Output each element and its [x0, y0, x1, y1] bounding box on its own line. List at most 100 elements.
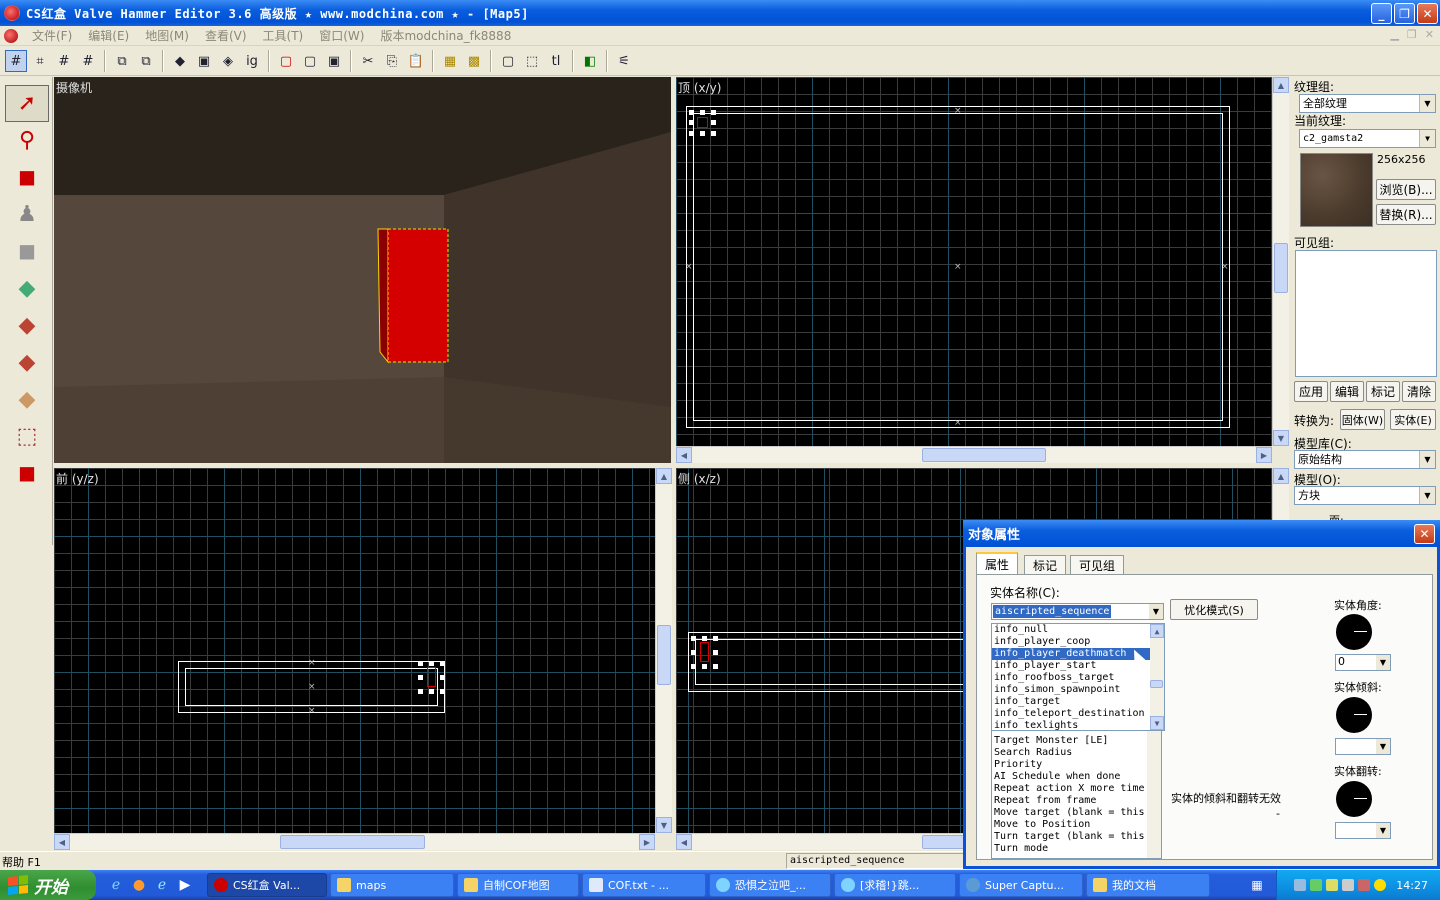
clear-button[interactable]: 清除: [1402, 381, 1436, 402]
list-item[interactable]: Repeat from frame: [992, 795, 1161, 807]
front-viewport-hscroll[interactable]: ◀ ▶: [54, 833, 655, 850]
chevron-down-icon[interactable]: ▼: [1376, 739, 1390, 754]
volume-icon[interactable]: [1342, 879, 1355, 891]
front-viewport-vscroll[interactable]: ▲ ▼: [655, 468, 672, 833]
scroll-thumb[interactable]: [657, 625, 671, 685]
group-icon[interactable]: ⧉: [111, 50, 133, 72]
update-icon[interactable]: [1326, 879, 1339, 891]
chevron-down-icon[interactable]: ▼: [1419, 130, 1435, 147]
task-notepad[interactable]: COF.txt - ...: [582, 873, 706, 897]
keyvalue-list[interactable]: Target Monster [LE] Search Radius Priori…: [991, 720, 1162, 859]
roll-select[interactable]: ▼: [1335, 822, 1391, 839]
texture-tool-icon[interactable]: ◆: [5, 270, 49, 307]
scroll-up-icon[interactable]: ▲: [1273, 468, 1289, 484]
ie-icon[interactable]: ℯ: [106, 875, 126, 895]
hollow-icon[interactable]: ▣: [193, 50, 215, 72]
top-viewport-hscroll[interactable]: ◀ ▶: [676, 446, 1272, 463]
to-world-button[interactable]: 固体(W): [1340, 409, 1385, 430]
class-option[interactable]: info_player_coop: [992, 636, 1164, 648]
camera-viewport[interactable]: 摄像机: [54, 77, 671, 463]
prefab-library-select[interactable]: 原始结构 ▼: [1294, 450, 1436, 469]
scroll-thumb[interactable]: [1274, 243, 1288, 293]
scroll-thumb[interactable]: [1150, 680, 1163, 688]
list-item[interactable]: Search Radius: [992, 747, 1161, 759]
angles-compass-icon[interactable]: [1336, 614, 1372, 650]
pitch-compass-icon[interactable]: [1336, 697, 1372, 733]
scroll-down-icon[interactable]: ▼: [1273, 430, 1289, 446]
decal-tool-icon[interactable]: ◆: [5, 344, 49, 381]
roll-compass-icon[interactable]: [1336, 781, 1372, 817]
list-item[interactable]: Repeat action X more time: [992, 783, 1161, 795]
scroll-right-icon[interactable]: ▶: [1256, 447, 1272, 463]
smaller-grid-icon[interactable]: #: [53, 50, 75, 72]
show-items-icon[interactable]: ▩: [463, 50, 485, 72]
mdi-restore-icon[interactable]: ❐: [1407, 28, 1417, 41]
carve-icon[interactable]: ◆: [169, 50, 191, 72]
selected-entity[interactable]: [418, 661, 445, 695]
menu-file[interactable]: 文件(F): [24, 27, 80, 44]
minimize-button[interactable]: _: [1371, 3, 1392, 24]
mdi-close-icon[interactable]: ✕: [1425, 28, 1434, 41]
class-select[interactable]: aiscripted_sequence ▼: [991, 603, 1164, 620]
replace-button[interactable]: 替换(R)...: [1376, 204, 1436, 225]
chevron-down-icon[interactable]: ▼: [1376, 655, 1390, 670]
task-my-documents[interactable]: 我的文档: [1086, 873, 1210, 897]
texture-lock-icon[interactable]: ◈: [217, 50, 239, 72]
class-option[interactable]: info_null: [992, 624, 1164, 636]
task-browser-2[interactable]: [求稽!}跳...: [834, 873, 956, 897]
larger-grid-icon[interactable]: #: [77, 50, 99, 72]
toggle-3d-grid-icon[interactable]: ⌗: [29, 50, 51, 72]
chevron-down-icon[interactable]: ▼: [1419, 95, 1435, 112]
scroll-up-icon[interactable]: ▲: [1273, 77, 1289, 93]
dropdown-scrollbar[interactable]: ▲ ▼: [1150, 624, 1164, 730]
select-dots-icon[interactable]: ⬚: [521, 50, 543, 72]
menu-tools[interactable]: 工具(T): [255, 27, 312, 44]
menu-edit[interactable]: 编辑(E): [80, 27, 137, 44]
camera-tool-icon[interactable]: ◼: [5, 159, 49, 196]
chevron-down-icon[interactable]: ▼: [1149, 604, 1163, 619]
maximize-button[interactable]: ❐: [1394, 3, 1415, 24]
keyboard-icon[interactable]: ▦: [1247, 875, 1267, 895]
menu-map[interactable]: 地图(M): [137, 27, 197, 44]
pitch-select[interactable]: ▼: [1335, 738, 1391, 755]
title-bar[interactable]: CS红盒 Valve Hammer Editor 3.6 高级版 ★ www.m…: [0, 0, 1440, 26]
task-super-capture[interactable]: Super Captu...: [959, 873, 1083, 897]
scroll-down-icon[interactable]: ▼: [1150, 716, 1164, 730]
dialog-close-button[interactable]: ✕: [1414, 524, 1435, 544]
document-icon[interactable]: [4, 28, 18, 43]
browse-button[interactable]: 浏览(B)...: [1376, 179, 1436, 200]
top-viewport-vscroll[interactable]: ▲ ▼: [1272, 77, 1289, 446]
paste-icon[interactable]: 📋: [405, 50, 427, 72]
list-item[interactable]: Turn mode: [992, 843, 1161, 855]
menu-version[interactable]: 版本modchina_fk8888: [372, 27, 519, 44]
class-option[interactable]: info_texlights: [992, 720, 1164, 730]
selected-entity[interactable]: [689, 110, 716, 136]
toggle-grid-icon[interactable]: #: [5, 50, 27, 72]
menu-view[interactable]: 查看(V): [197, 27, 255, 44]
magnify-tool-icon[interactable]: ⚲: [5, 122, 49, 159]
security-icon[interactable]: [1310, 879, 1323, 891]
apply-texture-icon[interactable]: ◆: [5, 307, 49, 344]
smart-edit-button[interactable]: 忧化模式(S): [1170, 599, 1258, 620]
tab-visgroup[interactable]: 可见组: [1070, 555, 1125, 575]
antivirus-icon[interactable]: [1358, 879, 1371, 891]
class-option[interactable]: info_teleport_destination: [992, 708, 1164, 720]
menu-window[interactable]: 窗口(W): [311, 27, 372, 44]
list-item[interactable]: AI Schedule when done: [992, 771, 1161, 783]
angles-select[interactable]: 0 ▼: [1335, 654, 1391, 671]
task-browser-1[interactable]: 恐惧之泣吧_...: [709, 873, 831, 897]
scroll-left-icon[interactable]: ◀: [54, 834, 70, 850]
current-texture-select[interactable]: c2_gamsta2 ▼: [1299, 129, 1436, 148]
keyvalue-scrollbar[interactable]: [1147, 721, 1161, 858]
scroll-thumb[interactable]: [922, 448, 1046, 462]
class-option[interactable]: info_roofboss_target: [992, 672, 1164, 684]
class-option[interactable]: info_simon_spawnpoint: [992, 684, 1164, 696]
firefox-icon[interactable]: ●: [129, 875, 149, 895]
scroll-thumb[interactable]: [922, 835, 966, 849]
list-item[interactable]: Priority: [992, 759, 1161, 771]
scroll-right-icon[interactable]: ▶: [639, 834, 655, 850]
vertex-tool-icon[interactable]: ⬚: [5, 418, 49, 455]
apply-button[interactable]: 应用: [1294, 381, 1328, 402]
scroll-left-icon[interactable]: ◀: [676, 447, 692, 463]
texture-group-select[interactable]: 全部纹理 ▼: [1299, 94, 1436, 113]
